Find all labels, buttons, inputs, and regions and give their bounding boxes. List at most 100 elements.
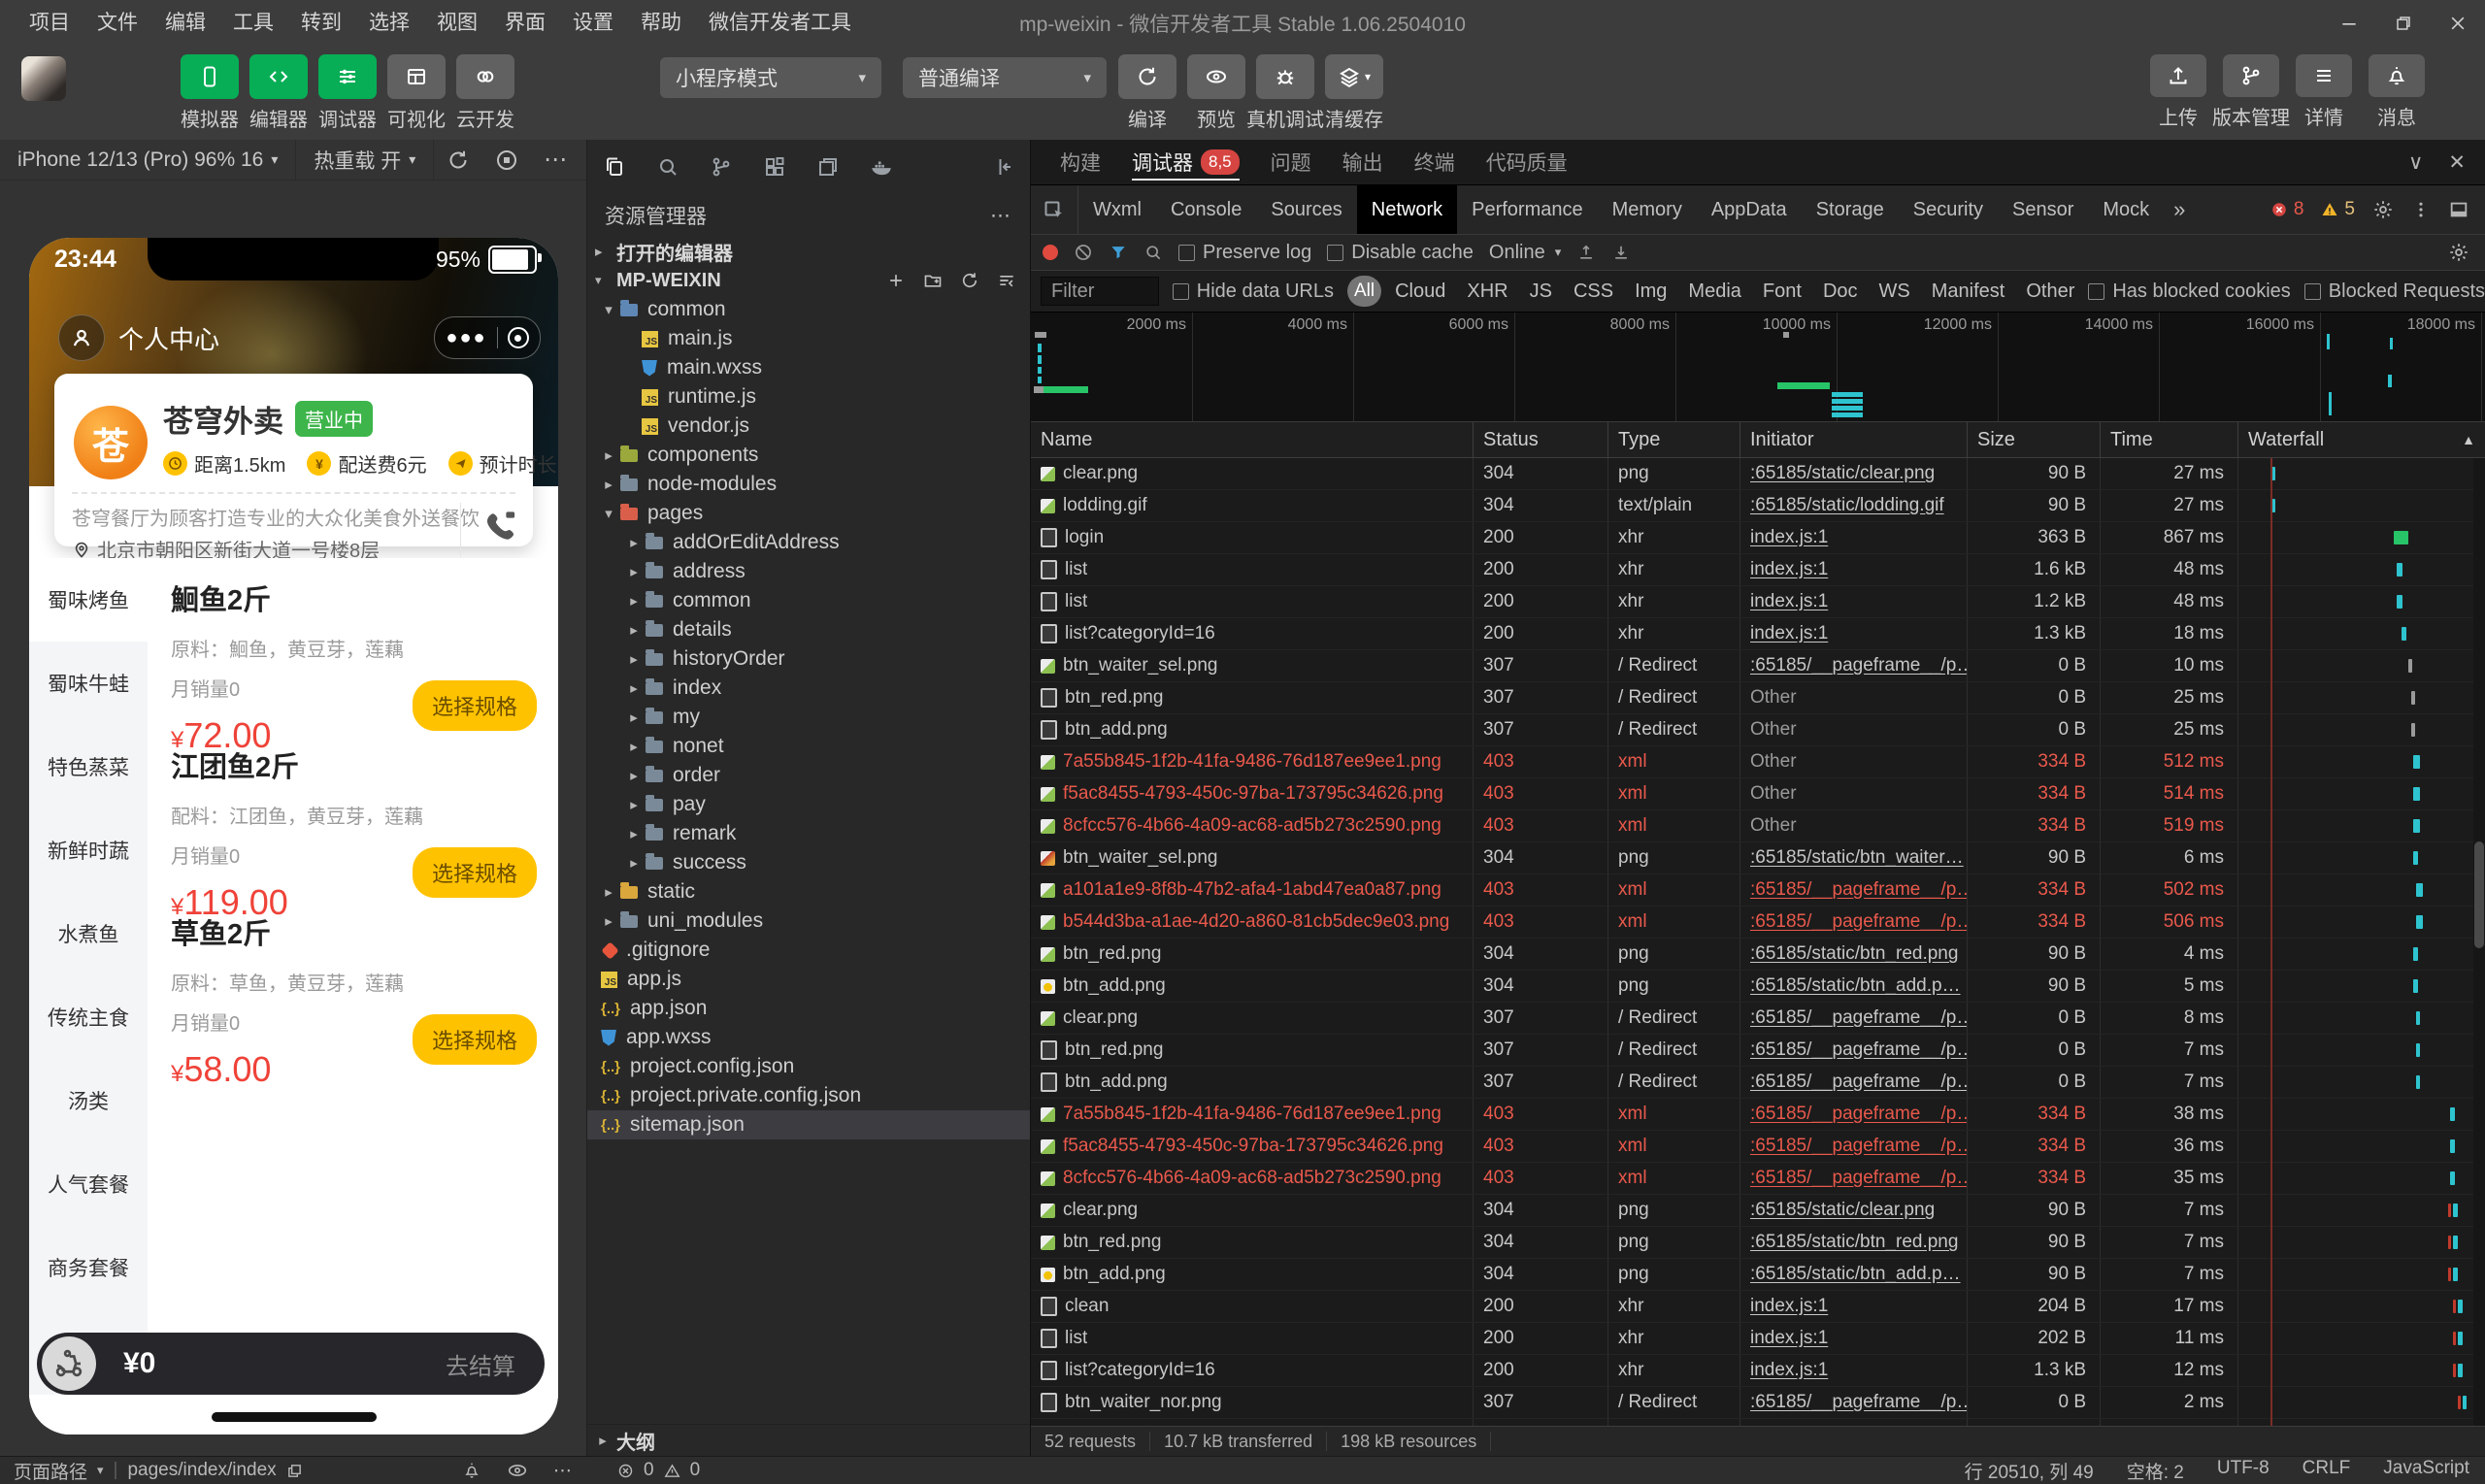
maximize-button[interactable] [2376,0,2431,47]
category-item[interactable]: 人气套餐 [29,1142,148,1226]
menu-item-文件[interactable]: 文件 [83,0,151,47]
goods-item[interactable]: 草鱼2斤 原料：草鱼，黄豆芽，莲藕 月销量0 ¥58.00 选择规格 [171,911,545,1089]
collapse-all-icon[interactable] [997,271,1016,290]
filter-type-css[interactable]: CSS [1574,280,1613,303]
throttling-select[interactable]: Online ▾ [1489,242,1561,264]
column-header-name[interactable]: Name [1031,422,1474,457]
column-header-waterfall[interactable]: Waterfall ▲ [2238,422,2485,457]
copy-icon[interactable] [286,1463,303,1479]
filter-type-img[interactable]: Img [1635,280,1667,303]
record-icon[interactable] [1043,245,1058,260]
详情-button[interactable]: 详情 [2296,54,2352,130]
filter-type-manifest[interactable]: Manifest [1932,280,2005,303]
tree-item-.gitignore[interactable]: .gitignore [587,936,1030,965]
warnings-icon[interactable] [664,1463,680,1479]
initiator-link[interactable]: index.js:1 [1750,1328,1828,1349]
tree-item-pages[interactable]: ▾ pages [587,499,1030,528]
filter-type-js[interactable]: JS [1530,280,1552,303]
vertical-scrollbar[interactable] [2473,458,2485,1426]
network-request-row[interactable]: f5ac8455-4793-450c-97ba-173795c34626.png… [1031,778,2485,810]
network-request-row[interactable]: btn_waiter_sel.png 307/ Redirect:65185/__… [1031,650,2485,682]
network-request-row[interactable]: list?categoryId=16 200 xhr index.js:1 1.3 kB… [1031,618,2485,650]
tree-item-app.wxss[interactable]: app.wxss [587,1023,1030,1052]
menu-item-设置[interactable]: 设置 [559,0,627,47]
tree-item-order[interactable]: ▸ order [587,761,1030,790]
network-request-row[interactable]: 7a55b845-1f2b-41fa-9486-76d187ee9ee1.png… [1031,746,2485,778]
has-blocked-cookies-checkbox[interactable]: Has blocked cookies [2088,280,2291,303]
清缓存-button[interactable]: ▾ 清缓存 [1325,54,1383,132]
tree-item-details[interactable]: ▸ details [587,615,1030,644]
search-icon[interactable] [1143,243,1163,262]
消息-button[interactable]: 消息 [2369,54,2425,130]
category-item[interactable]: 蜀味牛蛙 [29,642,148,725]
category-item[interactable]: 新鲜时蔬 [29,808,148,892]
initiator-link[interactable]: :65185/static/lodding.gif [1750,495,1944,516]
network-request-row[interactable]: 8cfcc576-4b66-4a09-ac68-ad5b273c2590.png… [1031,810,2485,842]
refresh-icon[interactable] [960,271,979,290]
store-card[interactable]: 苍 苍穹外卖 营业中 距离1.5km ¥ 配送费6元 预计时长12min 苍穹餐厅为顾… [54,374,558,562]
more-icon[interactable]: ⋯ [553,1460,574,1482]
toggle-layout-panel-button[interactable]: 可视化 [387,54,446,132]
select-spec-button[interactable]: 选择规格 [412,1014,537,1065]
project-root[interactable]: ▾ MP-WEIXIN [587,266,1030,295]
hot-reload-select[interactable]: 热重载 开 ▾ [296,140,433,180]
tree-item-remark[interactable]: ▸ remark [587,819,1030,848]
devtools-tab-security[interactable]: Security [1899,185,1998,234]
column-header-initiator[interactable]: Initiator [1740,422,1968,457]
warning-counter[interactable]: 5 [2321,199,2355,220]
network-request-row[interactable]: clear.png 304 png:65185/static/clear.png 90… [1031,1195,2485,1227]
column-header-status[interactable]: Status [1474,422,1608,457]
tree-item-historyOrder[interactable]: ▸ historyOrder [587,644,1030,674]
toggle-cloud-panel-button[interactable]: 云开发 [456,54,514,132]
tree-item-runtime.js[interactable]: JS runtime.js [587,382,1030,412]
menu-item-微信开发者工具[interactable]: 微信开发者工具 [695,0,865,47]
initiator-link[interactable]: index.js:1 [1750,1360,1828,1381]
initiator-link[interactable]: :65185/__pageframe__/p… [1750,1168,1967,1189]
initiator-link[interactable]: :65185/__pageframe__/p… [1750,1136,1967,1157]
menu-item-编辑[interactable]: 编辑 [151,0,219,47]
tree-item-components[interactable]: ▸ components [587,441,1030,470]
network-request-row[interactable]: btn_red.png 304 png:65185/static/btn_red.p… [1031,1227,2485,1259]
category-item[interactable]: 汤类 [29,1059,148,1142]
column-header-type[interactable]: Type [1608,422,1740,457]
devtools-tab-network[interactable]: Network [1356,185,1458,234]
tree-item-node-modules[interactable]: ▸ node-modules [587,470,1030,499]
user-center-label[interactable]: 个人中心 [118,320,219,356]
more-icon[interactable]: ●●● [446,327,486,349]
outline-section[interactable]: ▸ 大纲 [587,1424,1030,1456]
network-request-row[interactable]: 8cfcc576-4b66-4a09-ac68-ad5b273c2590.png… [1031,1163,2485,1195]
network-request-row[interactable]: login 200 xhr index.js:1 363 B 867 ms [1031,522,2485,554]
initiator-link[interactable]: :65185/__pageframe__/p… [1750,1392,1967,1413]
kebab-menu-icon[interactable] [2411,200,2431,219]
menu-item-项目[interactable]: 项目 [16,0,83,47]
editor-status-item[interactable]: 行 20510, 列 49 [1965,1458,2094,1484]
more-tabs-icon[interactable]: » [2164,197,2195,222]
network-request-row[interactable]: list 200 xhr index.js:1 202 B 11 ms [1031,1323,2485,1355]
menu-item-界面[interactable]: 界面 [491,0,559,47]
tree-item-address[interactable]: ▸ address [587,557,1030,586]
debugger-tab-构建[interactable]: 构建 [1044,140,1116,184]
eye-icon[interactable] [507,1460,528,1481]
column-header-time[interactable]: Time [2101,422,2238,457]
hide-data-urls-checkbox[interactable]: Hide data URLs [1172,280,1334,303]
menu-item-帮助[interactable]: 帮助 [627,0,695,47]
category-item[interactable]: 传统主食 [29,975,148,1059]
filter-type-doc[interactable]: Doc [1823,280,1858,303]
initiator-link[interactable]: index.js:1 [1750,1296,1828,1317]
initiator-link[interactable]: :65185/static/clear.png [1750,463,1935,484]
errors-icon[interactable] [617,1463,634,1479]
network-overview-timeline[interactable]: 2000 ms 4000 ms 6000 ms 8000 ms 10000 ms 1200… [1031,313,2485,422]
error-counter[interactable]: 8 [2270,199,2303,220]
toggle-phone-panel-button[interactable]: 模拟器 [181,54,239,132]
network-request-row[interactable]: f5ac8455-4793-450c-97ba-173795c34626.png… [1031,1131,2485,1163]
版本管理-button[interactable]: 版本管理 [2212,54,2290,130]
filter-funnel-icon[interactable] [1109,243,1128,262]
menu-item-转到[interactable]: 转到 [287,0,355,47]
goods-item[interactable]: 鮰鱼2斤 原料：鮰鱼，黄豆芽，莲藕 月销量0 ¥72.00 选择规格 [171,577,545,755]
network-request-row[interactable]: btn_add.png 307/ Redirect:65185/__pagefra… [1031,1067,2485,1099]
extensions-icon[interactable] [747,155,801,179]
network-request-row[interactable]: btn_add.png 304 png:65185/static/btn_add.p… [1031,971,2485,1003]
devtools-tab-memory[interactable]: Memory [1598,185,1697,234]
page-path-label[interactable]: 页面路径 [14,1458,87,1484]
devtools-tab-appdata[interactable]: AppData [1697,185,1802,234]
